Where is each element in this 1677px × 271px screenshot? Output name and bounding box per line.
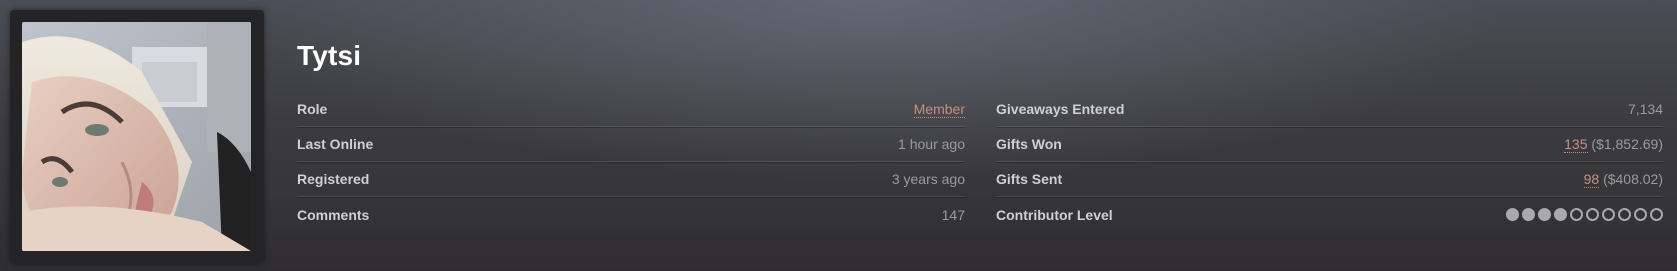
stat-row-gifts-won: Gifts Won 135 ($1,852.69) [996,127,1663,162]
last-online-label: Last Online [297,136,374,152]
role-label: Role [297,101,328,117]
stat-row-last-online: Last Online 1 hour ago [297,127,965,162]
level-dot-filled [1506,208,1519,221]
gifts-won-label: Gifts Won [996,136,1062,152]
level-dot-empty [1570,208,1583,221]
stat-row-gifts-sent: Gifts Sent 98 ($408.02) [996,162,1663,197]
giveaways-entered-label: Giveaways Entered [996,101,1125,117]
stat-row-registered: Registered 3 years ago [297,162,965,197]
registered-value: 3 years ago [891,171,965,187]
level-dot-empty [1602,208,1615,221]
username: Tytsi [297,40,362,71]
level-dot-empty [1586,208,1599,221]
avatar[interactable] [22,22,251,251]
role-link[interactable]: Member [913,101,965,118]
registered-label: Registered [297,171,370,187]
contributor-level-dots [1506,208,1663,221]
gifts-sent-label: Gifts Sent [996,171,1063,187]
stat-row-giveaways-entered: Giveaways Entered 7,134 [996,92,1663,127]
contributor-level-label: Contributor Level [996,206,1113,223]
gifts-sent-amount: ($408.02) [1603,171,1663,187]
level-dot-empty [1650,208,1663,221]
level-dot-filled [1538,208,1551,221]
comments-label: Comments [297,206,370,223]
avatar-frame [10,10,264,263]
gifts-sent-link[interactable]: 98 [1583,171,1600,188]
giveaways-entered-value: 7,134 [1627,101,1663,117]
last-online-value: 1 hour ago [898,136,965,152]
stat-row-comments: Comments 147 [297,197,965,232]
gifts-won-link[interactable]: 135 [1564,136,1588,153]
level-dot-filled [1522,208,1535,221]
level-dot-empty [1634,208,1647,221]
avatar-image [22,22,251,251]
gifts-sent-value: 98 ($408.02) [1583,171,1663,188]
level-dot-empty [1618,208,1631,221]
stats-left: Role Member Last Online 1 hour ago Regis… [297,92,965,232]
comments-value: 147 [941,206,965,223]
gifts-won-value: 135 ($1,852.69) [1564,136,1663,153]
stat-row-contributor-level: Contributor Level [996,197,1663,232]
stats-right: Giveaways Entered 7,134 Gifts Won 135 ($… [996,92,1663,232]
gifts-won-amount: ($1,852.69) [1591,136,1663,152]
level-dot-filled [1554,208,1567,221]
stat-row-role: Role Member [297,92,965,127]
